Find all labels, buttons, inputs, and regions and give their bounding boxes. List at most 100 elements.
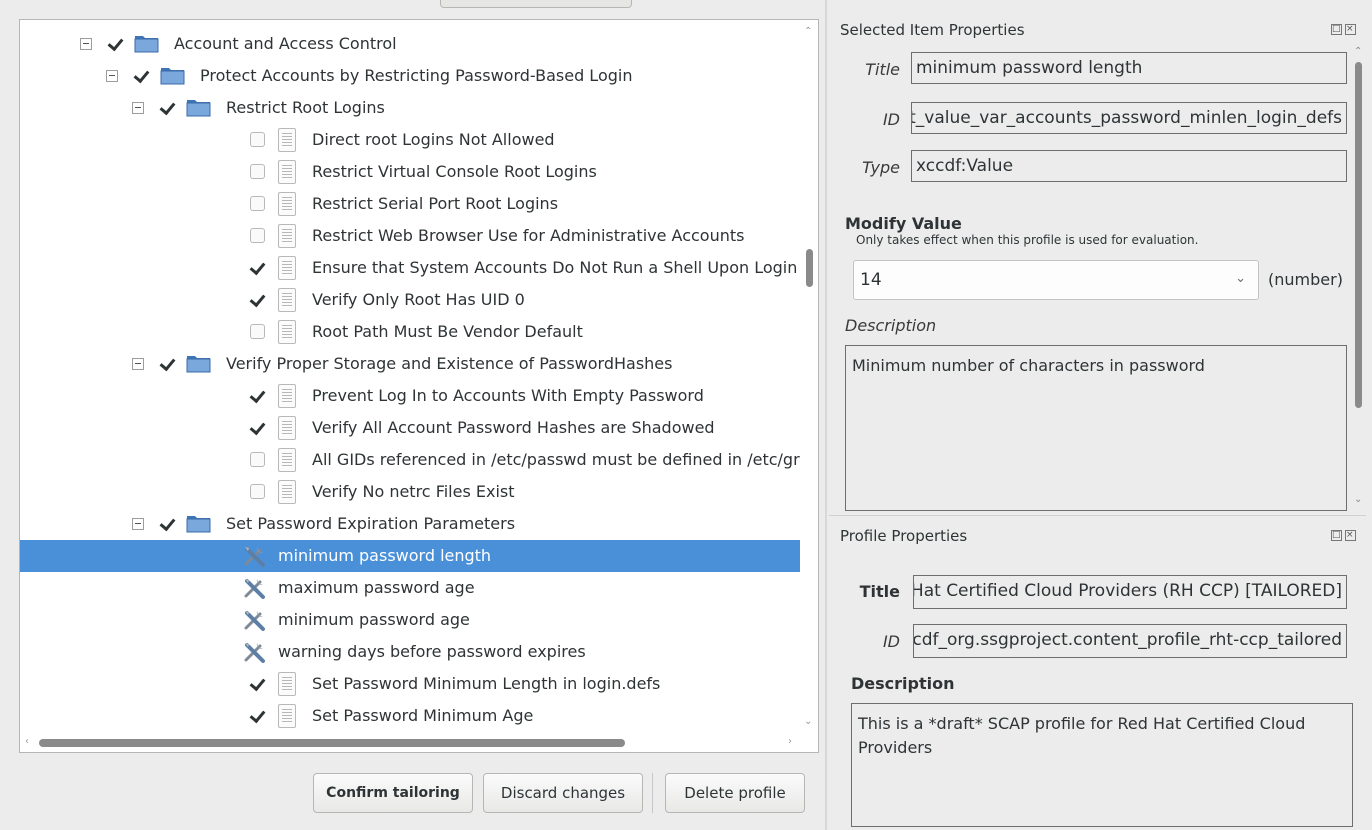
pane-divider[interactable]: [825, 0, 827, 830]
float-panel-icon[interactable]: □: [1331, 530, 1342, 541]
selected-type-label: Type: [862, 158, 900, 177]
tree-row-label: Ensure that System Accounts Do Not Run a…: [312, 258, 798, 277]
selected-type-field: xccdf:Value: [911, 150, 1347, 182]
tree-rule-row[interactable]: All GIDs referenced in /etc/passwd must …: [20, 444, 800, 476]
confirm-tailoring-button[interactable]: Confirm tailoring: [313, 773, 473, 813]
tree-rule-row[interactable]: Verify No netrc Files Exist: [20, 476, 800, 508]
selected-item-dock-buttons: □ ×: [1328, 22, 1356, 36]
tree-group-row[interactable]: Protect Accounts by Restricting Password…: [20, 60, 800, 92]
folder-icon: [186, 353, 212, 373]
delete-profile-button[interactable]: Delete profile: [665, 773, 805, 813]
rule-checkbox[interactable]: [250, 228, 265, 243]
tree-rule-row[interactable]: Verify All Account Password Hashes are S…: [20, 412, 800, 444]
document-icon: [278, 704, 296, 728]
tree-vertical-scrollbar[interactable]: ⌃ ⌄: [800, 20, 818, 734]
float-panel-icon[interactable]: □: [1331, 24, 1342, 35]
top-resize-tab: [440, 0, 632, 8]
tree-rule-row[interactable]: Set Password Minimum Length in login.def…: [20, 668, 800, 700]
folder-icon: [134, 33, 160, 53]
tree-row-label: Set Password Minimum Length in login.def…: [312, 674, 661, 693]
collapse-expander-icon[interactable]: [132, 102, 144, 114]
selected-item-panel-title: Selected Item Properties: [840, 21, 1025, 39]
collapse-expander-icon[interactable]: [80, 38, 92, 50]
rule-checkbox[interactable]: [160, 516, 175, 531]
rule-checkbox[interactable]: [250, 708, 265, 723]
rule-checkbox[interactable]: [250, 452, 265, 467]
tree-rule-row[interactable]: Ensure that System Accounts Do Not Run a…: [20, 252, 800, 284]
tree-group-row[interactable]: Verify Proper Storage and Existence of P…: [20, 348, 800, 380]
document-icon: [278, 160, 296, 184]
rule-checkbox[interactable]: [250, 292, 265, 307]
tree-value-row[interactable]: minimum password length: [20, 540, 800, 572]
scroll-right-arrow-icon[interactable]: ›: [788, 736, 792, 747]
rule-checkbox[interactable]: [250, 388, 265, 403]
selected-item-scroll-thumb[interactable]: [1355, 62, 1362, 408]
modify-value-note: Only takes effect when this profile is u…: [856, 233, 1199, 247]
document-icon: [278, 288, 296, 312]
document-icon: [278, 416, 296, 440]
tree-group-row[interactable]: Restrict Root Logins: [20, 92, 800, 124]
tree-row-label: Verify All Account Password Hashes are S…: [312, 418, 715, 437]
tree-group-row[interactable]: Set Password Expiration Parameters: [20, 508, 800, 540]
button-separator: [652, 773, 653, 813]
rule-checkbox[interactable]: [250, 260, 265, 275]
scroll-left-arrow-icon[interactable]: ‹: [25, 736, 29, 747]
chevron-down-icon[interactable]: ⌄: [1235, 271, 1246, 286]
value-combo-text[interactable]: 14: [860, 270, 882, 290]
tree-rule-row[interactable]: Prevent Log In to Accounts With Empty Pa…: [20, 380, 800, 412]
tree-rule-row[interactable]: Root Path Must Be Vendor Default: [20, 316, 800, 348]
document-icon: [278, 192, 296, 216]
scroll-down-arrow-icon[interactable]: ⌄: [1354, 494, 1362, 505]
value-combo[interactable]: 14 ⌄: [853, 260, 1259, 300]
rule-checkbox[interactable]: [108, 36, 123, 51]
scroll-up-arrow-icon[interactable]: ⌃: [1354, 46, 1362, 57]
tree-vscroll-thumb[interactable]: [806, 249, 813, 287]
close-panel-icon[interactable]: ×: [1345, 530, 1356, 541]
document-icon: [278, 128, 296, 152]
tree-row-label: All GIDs referenced in /etc/passwd must …: [312, 450, 800, 469]
rule-checkbox[interactable]: [250, 132, 265, 147]
scroll-down-arrow-icon[interactable]: ⌄: [804, 716, 812, 727]
rule-checkbox[interactable]: [250, 676, 265, 691]
tree-rule-row[interactable]: Verify Only Root Has UID 0: [20, 284, 800, 316]
collapse-expander-icon[interactable]: [132, 518, 144, 530]
profile-dock-buttons: □ ×: [1328, 528, 1356, 542]
selected-item-scrollbar[interactable]: ⌃ ⌄: [1352, 46, 1366, 510]
tree-rule-row[interactable]: Restrict Web Browser Use for Administrat…: [20, 220, 800, 252]
close-panel-icon[interactable]: ×: [1345, 24, 1356, 35]
rule-checkbox[interactable]: [250, 164, 265, 179]
collapse-expander-icon[interactable]: [106, 70, 118, 82]
tree-value-row[interactable]: warning days before password expires: [20, 636, 800, 668]
tree-rule-row[interactable]: Restrict Virtual Console Root Logins: [20, 156, 800, 188]
rule-checkbox[interactable]: [250, 196, 265, 211]
rule-tree[interactable]: Account and Access Control Protect Accoun…: [19, 19, 819, 753]
rule-checkbox[interactable]: [160, 356, 175, 371]
tree-group-row[interactable]: Account and Access Control: [20, 28, 800, 60]
tree-horizontal-scrollbar[interactable]: ‹ ›: [20, 734, 818, 752]
tree-row-label: Restrict Virtual Console Root Logins: [312, 162, 597, 181]
document-icon: [278, 384, 296, 408]
rule-checkbox[interactable]: [250, 420, 265, 435]
discard-changes-button[interactable]: Discard changes: [483, 773, 643, 813]
tools-icon: [242, 640, 268, 664]
tree-row-label: Set Password Minimum Age: [312, 706, 534, 725]
tree-rule-row[interactable]: Restrict Serial Port Root Logins: [20, 188, 800, 220]
profile-id-field: xccdf_org.ssgproject.content_profile_rht…: [913, 624, 1347, 658]
rule-checkbox[interactable]: [160, 100, 175, 115]
value-unit-label: (number): [1268, 270, 1343, 289]
tree-rule-row[interactable]: Set Password Minimum Age: [20, 700, 800, 732]
tree-row-label: Verify Only Root Has UID 0: [312, 290, 525, 309]
tree-rows: Account and Access Control Protect Accoun…: [20, 20, 800, 734]
collapse-expander-icon[interactable]: [132, 358, 144, 370]
rule-checkbox[interactable]: [250, 324, 265, 339]
folder-icon: [186, 513, 212, 533]
rule-checkbox[interactable]: [250, 484, 265, 499]
scroll-up-arrow-icon[interactable]: ⌃: [804, 26, 812, 37]
tree-rule-row[interactable]: Direct root Logins Not Allowed: [20, 124, 800, 156]
selected-description-box: Minimum number of characters in password: [845, 345, 1347, 511]
tree-hscroll-thumb[interactable]: [39, 739, 625, 747]
tree-value-row[interactable]: maximum password age: [20, 572, 800, 604]
tree-value-row[interactable]: minimum password age: [20, 604, 800, 636]
rule-checkbox[interactable]: [134, 68, 149, 83]
tree-row-label: Restrict Root Logins: [226, 98, 385, 117]
